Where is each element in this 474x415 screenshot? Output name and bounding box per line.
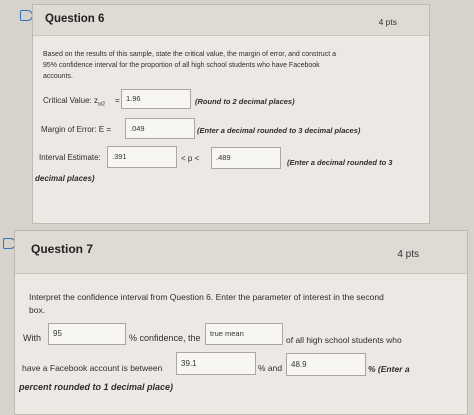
- interval-low-input[interactable]: .391: [107, 146, 177, 168]
- confidence-text: % confidence, the: [129, 333, 201, 343]
- margin-of-error-label: Margin of Error: E =: [41, 125, 112, 134]
- question-6-prompt-line-3: accounts.: [43, 73, 73, 80]
- population-text: of all high school students who: [286, 335, 402, 345]
- percent-hint: percent rounded to 1 decimal place): [19, 382, 174, 392]
- critical-value-subscript: α/2: [97, 101, 106, 108]
- question-7-title: Question 7: [31, 242, 94, 256]
- question-6-points: 4 pts: [378, 17, 397, 27]
- interval-hint: (Enter a decimal rounded to 3: [287, 158, 393, 167]
- critical-value-label: Critical Value: zα/2: [43, 96, 105, 108]
- question-7-prompt-line-2: box.: [29, 305, 46, 315]
- critical-value-hint: (Round to 2 decimal places): [195, 97, 295, 106]
- interval-upper-percent-input[interactable]: 48.9: [286, 353, 366, 376]
- question-7-card: Question 7 4 pts Interpret the confidenc…: [14, 230, 468, 415]
- interval-hint-continued: decimal places): [35, 174, 95, 183]
- facebook-account-text: have a Facebook account is between: [22, 363, 163, 373]
- interval-estimate-label: Interval Estimate:: [39, 153, 101, 162]
- critical-value-label-text: Critical Value: z: [43, 96, 98, 105]
- with-label: With: [23, 333, 41, 343]
- interval-inequality: < p <: [181, 154, 200, 163]
- and-text: % and: [258, 363, 283, 373]
- question-6-title: Question 6: [45, 13, 105, 25]
- margin-of-error-input[interactable]: .049: [125, 118, 195, 139]
- question-7-prompt-line-1: Interpret the confidence interval from Q…: [29, 292, 384, 302]
- parameter-input[interactable]: true mean: [205, 323, 283, 345]
- question-6-prompt-line-1: Based on the results of this sample, sta…: [43, 51, 336, 58]
- interval-lower-percent-input[interactable]: 39.1: [176, 352, 256, 375]
- question-6-prompt-line-2: 95% confidence interval for the proporti…: [43, 62, 320, 69]
- question-6-card: Question 6 4 pts Based on the results of…: [32, 4, 430, 224]
- critical-value-input[interactable]: 1.96: [121, 89, 191, 109]
- enter-hint: % (Enter a: [368, 364, 410, 374]
- confidence-level-input[interactable]: 95: [48, 323, 126, 345]
- critical-value-equals: =: [115, 96, 120, 105]
- margin-of-error-hint: (Enter a decimal rounded to 3 decimal pl…: [197, 126, 361, 135]
- interval-high-input[interactable]: .489: [211, 147, 281, 169]
- question-7-points: 4 pts: [397, 249, 419, 260]
